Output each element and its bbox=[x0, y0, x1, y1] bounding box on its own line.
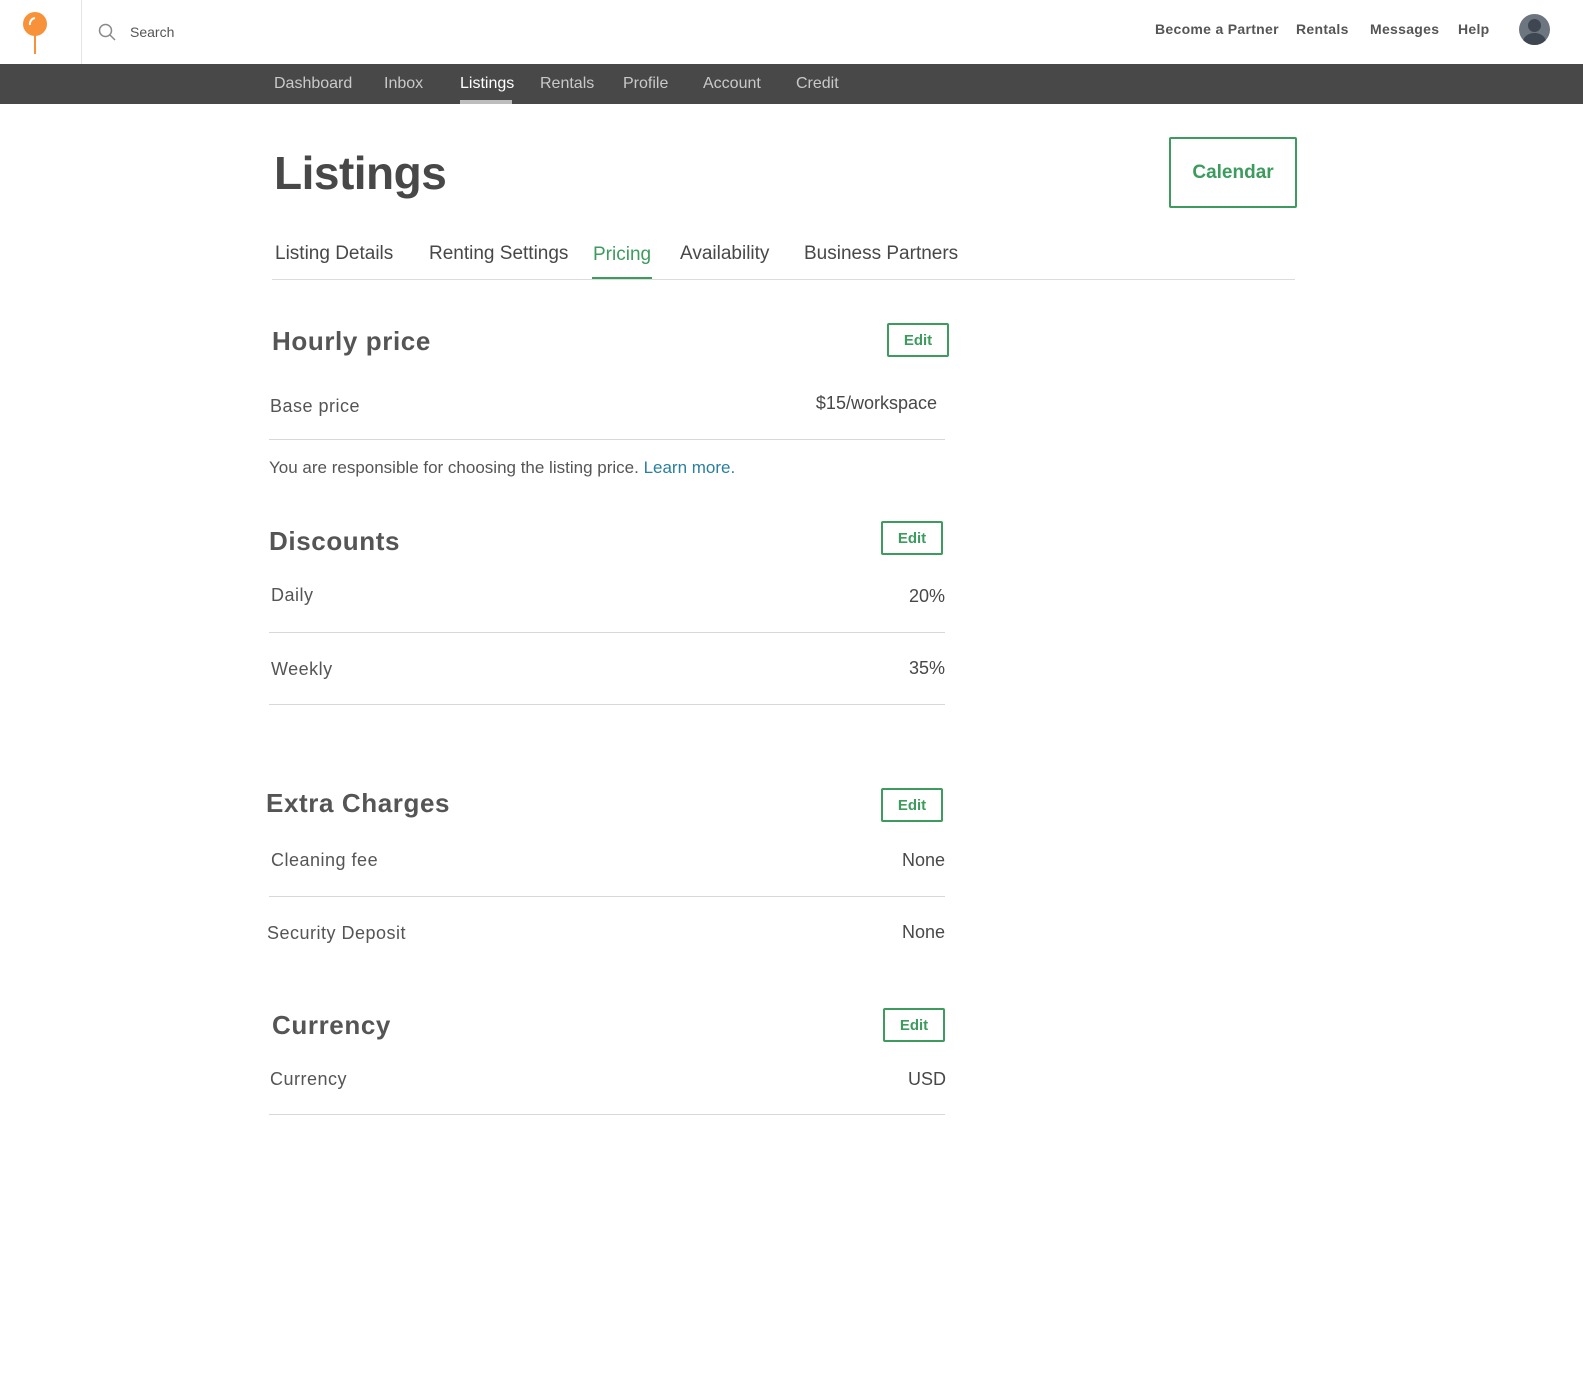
weekly-discount-value: 35% bbox=[908, 658, 945, 678]
discounts-edit-button[interactable]: Edit bbox=[881, 521, 943, 555]
tab-renting-settings[interactable]: Renting Settings bbox=[429, 243, 568, 265]
calendar-button[interactable]: Calendar bbox=[1169, 137, 1297, 208]
nav-active-indicator bbox=[460, 100, 512, 104]
search-bar bbox=[98, 20, 430, 44]
pin-logo-icon[interactable] bbox=[22, 12, 48, 54]
listing-tabs: Listing Details Renting Settings Pricing… bbox=[272, 240, 1295, 280]
rentals-link[interactable]: Rentals bbox=[1296, 21, 1349, 37]
cleaning-fee-label: Cleaning fee bbox=[271, 850, 379, 870]
base-price-value: $15/workspace bbox=[815, 393, 937, 413]
security-deposit-label: Security Deposit bbox=[267, 923, 407, 943]
currency-title: Currency bbox=[272, 1010, 391, 1040]
extra-charges-title: Extra Charges bbox=[266, 788, 451, 818]
tab-pricing[interactable]: Pricing bbox=[593, 244, 651, 266]
become-partner-link[interactable]: Become a Partner bbox=[1155, 21, 1279, 37]
nav-account[interactable]: Account bbox=[703, 64, 761, 104]
hourly-price-title: Hourly price bbox=[272, 326, 431, 356]
search-icon bbox=[98, 23, 116, 41]
divider bbox=[269, 896, 945, 897]
logo-container bbox=[0, 0, 82, 64]
divider bbox=[269, 704, 945, 705]
avatar-head bbox=[1528, 19, 1541, 32]
top-header: Become a Partner Rentals Messages Help bbox=[0, 0, 1583, 64]
currency-label: Currency bbox=[270, 1069, 348, 1089]
tab-active-indicator bbox=[592, 277, 652, 279]
main-nav: Dashboard Inbox Listings Rentals Profile… bbox=[0, 64, 1583, 104]
tab-listing-details[interactable]: Listing Details bbox=[275, 243, 393, 265]
nav-dashboard[interactable]: Dashboard bbox=[274, 64, 352, 104]
daily-discount-value: 20% bbox=[908, 586, 945, 606]
extra-charges-edit-button[interactable]: Edit bbox=[881, 788, 943, 822]
tab-business-partners[interactable]: Business Partners bbox=[804, 243, 958, 265]
security-deposit-value: None bbox=[901, 922, 945, 942]
nav-inbox[interactable]: Inbox bbox=[384, 64, 423, 104]
cleaning-fee-value: None bbox=[901, 850, 945, 870]
pricing-note-text: You are responsible for choosing the lis… bbox=[269, 458, 639, 477]
search-input[interactable] bbox=[130, 24, 430, 40]
hourly-price-edit-button[interactable]: Edit bbox=[887, 323, 949, 357]
nav-rentals[interactable]: Rentals bbox=[540, 64, 594, 104]
daily-discount-label: Daily bbox=[271, 585, 314, 605]
base-price-label: Base price bbox=[270, 396, 361, 416]
pricing-note: You are responsible for choosing the lis… bbox=[269, 458, 735, 478]
page-title: Listings bbox=[274, 147, 447, 199]
learn-more-link[interactable]: Learn more. bbox=[644, 458, 736, 477]
discounts-title: Discounts bbox=[269, 526, 401, 556]
messages-link[interactable]: Messages bbox=[1370, 21, 1439, 37]
divider bbox=[269, 439, 945, 440]
tab-availability[interactable]: Availability bbox=[680, 243, 769, 265]
currency-value: USD bbox=[907, 1069, 946, 1089]
divider bbox=[269, 632, 945, 633]
help-link[interactable]: Help bbox=[1458, 21, 1490, 37]
currency-edit-button[interactable]: Edit bbox=[883, 1008, 945, 1042]
avatar-body bbox=[1523, 33, 1546, 45]
weekly-discount-label: Weekly bbox=[271, 659, 333, 679]
avatar[interactable] bbox=[1519, 14, 1550, 45]
divider bbox=[269, 1114, 945, 1115]
nav-credit[interactable]: Credit bbox=[796, 64, 839, 104]
nav-listings[interactable]: Listings bbox=[460, 64, 514, 104]
nav-profile[interactable]: Profile bbox=[623, 64, 668, 104]
